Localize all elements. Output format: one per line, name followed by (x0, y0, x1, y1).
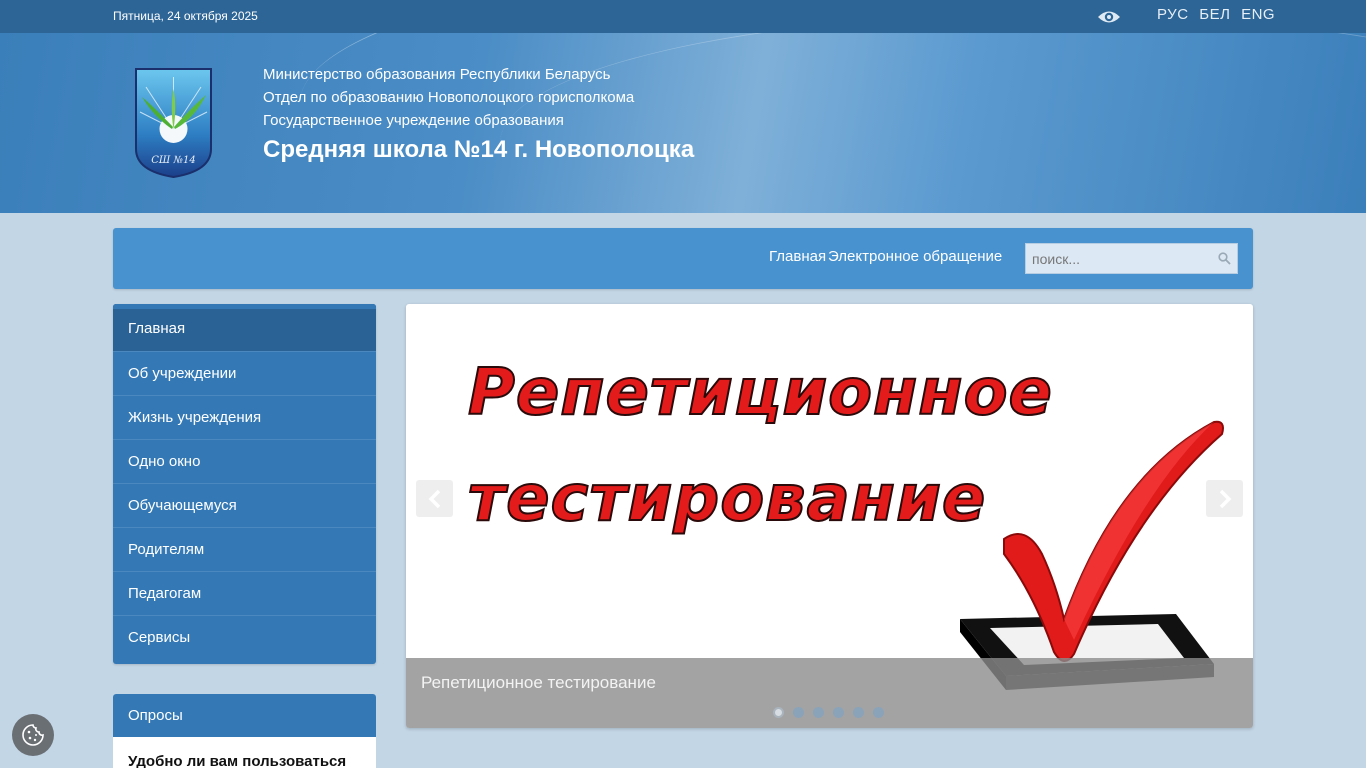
sidebar-item-life[interactable]: Жизнь учреждения (113, 396, 376, 440)
cookie-icon (22, 724, 44, 746)
slider-dot[interactable] (793, 707, 804, 718)
slider-next-button[interactable] (1206, 480, 1243, 517)
sidebar-item-teachers[interactable]: Педагогам (113, 572, 376, 616)
lang-rus[interactable]: РУС (1157, 6, 1189, 23)
school-crest-logo[interactable]: СШ №14 (134, 67, 213, 179)
svg-text:СШ №14: СШ №14 (151, 155, 195, 166)
main-navbar: Главная Электронное обращение (113, 228, 1253, 289)
sidebar-menu: Главная Об учреждении Жизнь учреждения О… (113, 304, 376, 664)
top-bar: Пятница, 24 октября 2025 РУС БЕЛ ENG (0, 0, 1366, 33)
institution-type-line: Государственное учреждение образования (263, 112, 564, 129)
ministry-line: Министерство образования Республики Бела… (263, 66, 611, 83)
search-input[interactable] (1026, 244, 1211, 273)
slide-caption-text[interactable]: Репетиционное тестирование (421, 673, 656, 693)
sidebar-item-services[interactable]: Сервисы (113, 616, 376, 660)
site-header: СШ №14 Министерство образования Республи… (0, 33, 1366, 213)
slider-dot[interactable] (873, 707, 884, 718)
department-line: Отдел по образованию Новополоцкого горис… (263, 89, 635, 106)
nav-home-link[interactable]: Главная (769, 248, 826, 265)
sidebar-item-one-window[interactable]: Одно окно (113, 440, 376, 484)
school-name[interactable]: Средняя школа №14 г. Новополоцка (263, 136, 694, 164)
current-date: Пятница, 24 октября 2025 (113, 9, 258, 23)
sidebar-item-students[interactable]: Обучающемуся (113, 484, 376, 528)
eye-icon[interactable] (1097, 9, 1121, 25)
lang-bel[interactable]: БЕЛ (1199, 6, 1230, 23)
slider-dot[interactable] (833, 707, 844, 718)
search-icon[interactable] (1218, 252, 1231, 265)
sidebar-item-home[interactable]: Главная (113, 304, 376, 352)
lang-eng[interactable]: ENG (1241, 6, 1275, 23)
sidebar-item-parents[interactable]: Родителям (113, 528, 376, 572)
slide-caption: Репетиционное тестирование (406, 658, 1253, 728)
sidebar-item-about[interactable]: Об учреждении (113, 352, 376, 396)
polls-title: Опросы (113, 694, 376, 737)
poll-question: Удобно ли вам пользоваться (128, 753, 347, 768)
news-slider: Репетиционное тестирование Репетиционное… (406, 304, 1253, 728)
slider-prev-button[interactable] (416, 480, 453, 517)
language-switcher: РУС БЕЛ ENG (1157, 6, 1281, 23)
chevron-right-icon (1219, 489, 1232, 509)
search-box (1025, 243, 1238, 274)
polls-panel: Опросы Удобно ли вам пользоваться (113, 694, 376, 768)
header-text: Министерство образования Республики Бела… (263, 63, 694, 164)
slide-image-text-line2: тестирование (467, 461, 987, 537)
slider-dot[interactable] (813, 707, 824, 718)
cookie-settings-button[interactable] (12, 714, 54, 756)
nav-e-appeal-link[interactable]: Электронное обращение (828, 248, 1002, 265)
slider-dot[interactable] (853, 707, 864, 718)
slider-dot[interactable] (773, 707, 784, 718)
slider-dots (773, 705, 893, 723)
chevron-left-icon (428, 489, 441, 509)
